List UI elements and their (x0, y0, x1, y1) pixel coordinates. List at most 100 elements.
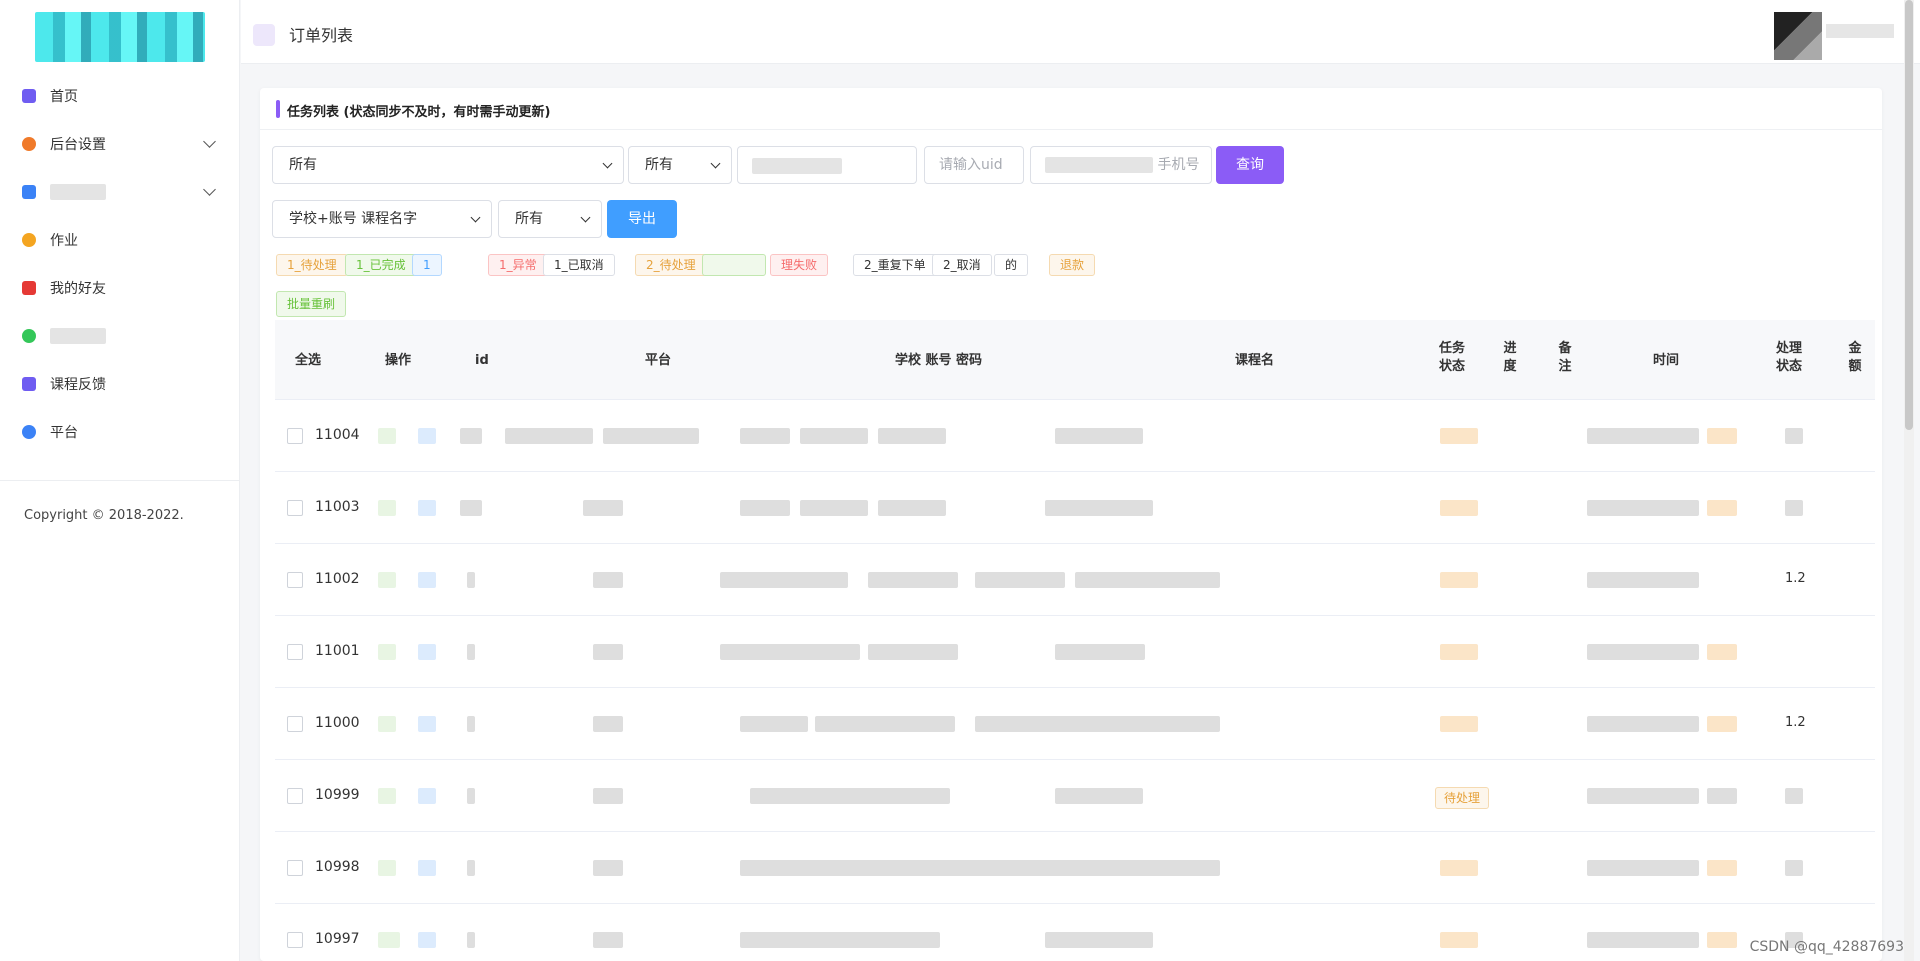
redacted-cell (1707, 788, 1737, 804)
row-action-button[interactable] (418, 716, 436, 732)
user-name[interactable] (1826, 24, 1894, 38)
redacted-cell (1587, 572, 1699, 588)
row-action-button[interactable] (378, 860, 396, 876)
row-action-button[interactable] (418, 644, 436, 660)
redacted-cell (740, 860, 1220, 876)
page-icon (253, 24, 275, 46)
col-id: id (475, 353, 489, 368)
export-button[interactable]: 导出 (607, 200, 677, 238)
row-checkbox[interactable] (287, 500, 303, 516)
row-action-button[interactable] (378, 716, 396, 732)
status-filter-tag-5[interactable]: 2_待处理 (635, 254, 707, 276)
row-checkbox[interactable] (287, 716, 303, 732)
scrollbar-thumb[interactable] (1905, 0, 1913, 430)
status-filter-tag-9[interactable]: 2_取消 (932, 254, 992, 276)
status-filter-tag-7[interactable]: 理失败 (770, 254, 829, 276)
row-action-button[interactable] (378, 428, 396, 444)
redacted-cell (467, 860, 475, 876)
row-checkbox[interactable] (287, 788, 303, 804)
col-remark: 备注 (1558, 341, 1572, 374)
status-filter-tag-1[interactable]: 1_已完成 (345, 254, 417, 276)
platform-select[interactable]: 所有 (272, 146, 624, 184)
row-action-button[interactable] (378, 644, 396, 660)
redacted-cell (1707, 860, 1737, 876)
redacted-cell (467, 932, 475, 948)
sidebar-item-4[interactable]: 我的好友 (0, 264, 240, 312)
batch-refresh-button[interactable]: 批量重刷 (276, 291, 347, 317)
task-list-card: 任务列表 (状态同步不及时，有时需手动更新) 所有 所有 手机号 查询 学校+账… (260, 88, 1882, 961)
redacted-cell (740, 932, 940, 948)
avatar[interactable] (1774, 12, 1822, 60)
status-filter-tag-8[interactable]: 2_重复下单 (853, 254, 937, 276)
sidebar-item-5[interactable] (0, 312, 240, 360)
col-school-account: 学校 账号 密码 (895, 353, 983, 368)
row-id: 10997 (315, 931, 360, 947)
app-logo[interactable] (35, 12, 205, 62)
redacted-cell (1587, 932, 1699, 948)
phone-input[interactable]: 手机号 (1030, 146, 1212, 184)
sidebar-item-3[interactable]: 作业 (0, 216, 240, 264)
status-filter-tag-6[interactable] (702, 254, 766, 276)
sidebar-menu: 首页 后台设置作业 我的好友课程反馈 平台 (0, 72, 240, 456)
row-checkbox[interactable] (287, 860, 303, 876)
search-field-select[interactable]: 学校+账号 课程名字 (272, 200, 492, 238)
col-platform: 平台 (645, 353, 672, 368)
status-filter-tag-11[interactable]: 退款 (1049, 254, 1096, 276)
redacted-cell (740, 500, 790, 516)
task-status-badge (1440, 500, 1478, 516)
status-filter-tag-10[interactable]: 的 (994, 254, 1029, 276)
redacted-cell (1587, 860, 1699, 876)
chevron-down-icon (580, 212, 591, 223)
row-action-button[interactable] (418, 500, 436, 516)
task-status-badge: 待处理 (1435, 787, 1490, 809)
gear-icon (22, 137, 36, 151)
redacted-cell (720, 572, 848, 588)
sidebar-item-1[interactable]: 后台设置 (0, 120, 240, 168)
redacted-cell (593, 644, 623, 660)
status-filter-tag-0[interactable]: 1_待处理 (276, 254, 348, 276)
table-header: 全选 操作 id 平台 学校 账号 密码 课程名 任务状态 进度 备注 时间 处… (275, 320, 1875, 400)
status-filter-tag-2[interactable]: 1 (412, 254, 442, 276)
row-action-button[interactable] (378, 932, 400, 948)
row-checkbox[interactable] (287, 932, 303, 948)
sidebar-item-7[interactable]: 平台 (0, 408, 240, 456)
redacted-cell (750, 788, 950, 804)
platform-select-value: 所有 (289, 157, 317, 173)
chevron-down-icon (470, 212, 481, 223)
row-action-button[interactable] (378, 500, 396, 516)
status-filter-tag-4[interactable]: 1_已取消 (543, 254, 615, 276)
redacted-cell (815, 716, 955, 732)
col-select-all[interactable]: 全选 (295, 352, 321, 370)
row-action-button[interactable] (378, 788, 396, 804)
top-header: 订单列表 (241, 0, 1920, 64)
row-action-button[interactable] (418, 428, 436, 444)
row-action-button[interactable] (378, 572, 396, 588)
user-icon (22, 281, 36, 295)
row-checkbox[interactable] (287, 644, 303, 660)
redacted-cell (1707, 500, 1737, 516)
uid-input[interactable] (924, 146, 1024, 184)
chevron-down-icon (710, 158, 721, 169)
query-button[interactable]: 查询 (1216, 146, 1284, 184)
watermark-text: CSDN @qq_42887693 (1749, 939, 1904, 955)
redacted-cell (1587, 788, 1699, 804)
redacted-cell (467, 572, 475, 588)
keyword-input[interactable] (737, 146, 917, 184)
redacted-cell (1587, 716, 1699, 732)
status-select[interactable]: 所有 (628, 146, 732, 184)
row-action-button[interactable] (418, 572, 436, 588)
sidebar-item-2[interactable] (0, 168, 240, 216)
type-select[interactable]: 所有 (498, 200, 602, 238)
page-scrollbar[interactable] (1904, 0, 1914, 961)
status-filter-tag-3[interactable]: 1_异常 (488, 254, 548, 276)
keyword-placeholder-blur (752, 158, 842, 174)
sidebar-item-0[interactable]: 首页 (0, 72, 240, 120)
row-action-button[interactable] (418, 788, 436, 804)
row-id: 11003 (315, 499, 360, 515)
row-action-button[interactable] (418, 860, 436, 876)
sidebar-item-6[interactable]: 课程反馈 (0, 360, 240, 408)
row-checkbox[interactable] (287, 428, 303, 444)
search-field-select-value: 学校+账号 课程名字 (289, 211, 418, 227)
row-action-button[interactable] (418, 932, 436, 948)
row-checkbox[interactable] (287, 572, 303, 588)
